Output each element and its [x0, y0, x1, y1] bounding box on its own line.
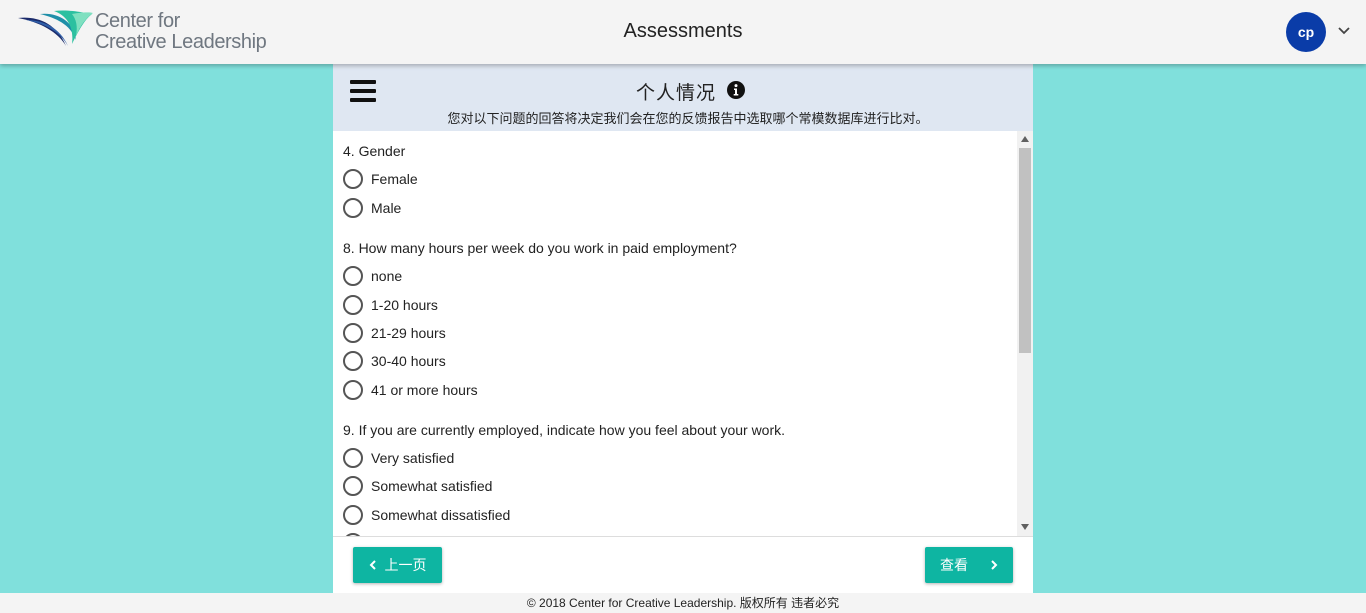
radio-option-none[interactable]: none	[343, 265, 743, 287]
radio-option-1-20-hours[interactable]: 1-20 hours	[343, 294, 743, 316]
option-label: Male	[371, 200, 402, 216]
copyright-footer: © 2018 Center for Creative Leadership. 版…	[0, 593, 1366, 613]
option-label: Somewhat satisfied	[371, 478, 493, 494]
radio-button[interactable]	[343, 351, 363, 371]
radio-option-somewhat-satisfied[interactable]: Somewhat satisfied	[343, 475, 743, 497]
radio-option-male[interactable]: Male	[343, 197, 743, 219]
info-icon[interactable]	[727, 81, 745, 99]
radio-option-very-satisfied[interactable]: Very satisfied	[343, 447, 743, 469]
user-avatar[interactable]: cp	[1286, 12, 1326, 52]
question-label: 9. If you are currently employed, indica…	[343, 422, 786, 438]
scroll-thumb[interactable]	[1019, 148, 1031, 353]
radio-option-41-or-more-hours[interactable]: 41 or more hours	[343, 379, 743, 401]
ccl-wing-icon	[18, 10, 93, 46]
radio-option-21-29-hours[interactable]: 21-29 hours	[343, 322, 743, 344]
view-button-label: 查看	[940, 557, 968, 573]
radio-button[interactable]	[343, 505, 363, 525]
page-title: Assessments	[623, 20, 743, 42]
previous-page-label: 上一页	[384, 557, 427, 573]
scroll-up-arrow-icon[interactable]	[1021, 136, 1029, 142]
logo-wordmark: Center for Creative Leadership	[95, 10, 267, 53]
previous-page-button[interactable]: 上一页	[353, 547, 442, 583]
section-header: 个人情况 您对以下问题的回答将决定我们会在您的反馈报告中选取哪个常模数据库进行比…	[333, 64, 1033, 131]
option-label: 1-20 hours	[371, 297, 438, 313]
radio-button[interactable]	[343, 476, 363, 496]
option-label: none	[371, 268, 403, 284]
chevron-down-icon[interactable]	[1337, 26, 1351, 36]
radio-button[interactable]	[343, 295, 363, 315]
section-title: 个人情况	[636, 83, 717, 104]
radio-option-somewhat-dissatisfied[interactable]: Somewhat dissatisfied	[343, 504, 743, 526]
logo-line-2: Creative Leadership	[95, 31, 267, 53]
radio-option-female[interactable]: Female	[343, 168, 743, 190]
top-bar: Center for Creative Leadership Assessmen…	[0, 0, 1366, 64]
radio-button[interactable]	[343, 266, 363, 286]
option-label: 41 or more hours	[371, 382, 478, 398]
assessment-panel: 个人情况 您对以下问题的回答将决定我们会在您的反馈报告中选取哪个常模数据库进行比…	[333, 64, 1033, 593]
question-label: 4. Gender	[343, 143, 406, 159]
navigation-bar: 上一页 查看	[333, 536, 1033, 593]
radio-button[interactable]	[343, 323, 363, 343]
radio-button[interactable]	[343, 448, 363, 468]
radio-button[interactable]	[343, 198, 363, 218]
view-button[interactable]: 查看	[925, 547, 1013, 583]
menu-icon[interactable]	[350, 80, 376, 102]
option-label: Very satisfied	[371, 450, 455, 466]
chevron-right-icon	[991, 560, 998, 570]
section-subtitle: 您对以下问题的回答将决定我们会在您的反馈报告中选取哪个常模数据库进行比对。	[447, 111, 929, 126]
logo-line-1: Center for	[95, 10, 180, 32]
radio-button[interactable]	[343, 169, 363, 189]
chevron-left-icon	[369, 560, 376, 570]
option-label: Female	[371, 171, 418, 187]
ccl-logo[interactable]: Center for Creative Leadership	[16, 8, 276, 58]
question-label: 8. How many hours per week do you work i…	[343, 240, 737, 256]
radio-button[interactable]	[343, 380, 363, 400]
option-label: 21-29 hours	[371, 325, 446, 341]
scroll-down-arrow-icon[interactable]	[1021, 524, 1029, 530]
question-list[interactable]: 4. Gender Female Male 8. How many hours …	[333, 131, 1033, 536]
radio-option-30-40-hours[interactable]: 30-40 hours	[343, 350, 743, 372]
option-label: Somewhat dissatisfied	[371, 507, 511, 523]
option-label: 30-40 hours	[371, 353, 446, 369]
vertical-scrollbar[interactable]	[1017, 131, 1033, 536]
